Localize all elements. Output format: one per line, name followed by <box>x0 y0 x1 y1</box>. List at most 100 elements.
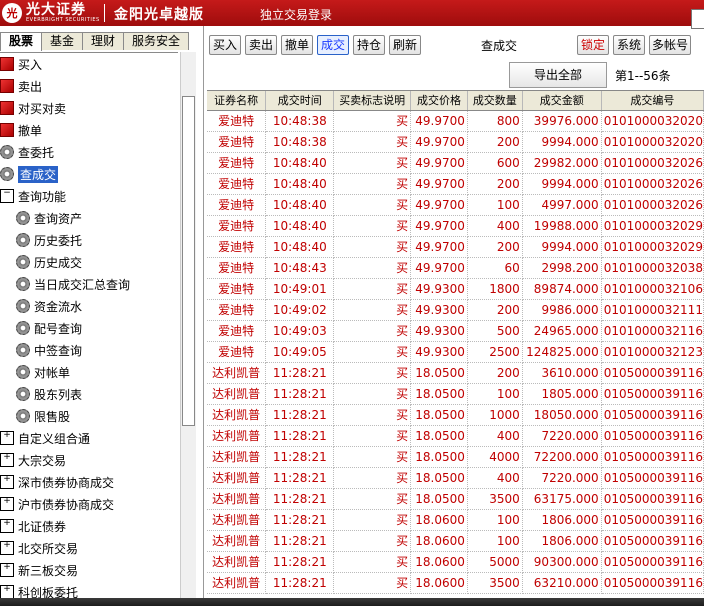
tree-item-7[interactable]: 查询资产 <box>0 207 178 229</box>
tree-item-14[interactable]: 对帐单 <box>0 361 178 383</box>
column-header[interactable]: 成交价格 <box>410 91 468 111</box>
sell-button[interactable]: 卖出 <box>245 35 277 55</box>
table-row[interactable]: 达利凯普 11:28:21 买 18.0600 3500 63210.000 0105000… <box>207 572 704 594</box>
table-cell: 24965.000 <box>522 320 602 342</box>
column-header[interactable]: 成交金额 <box>522 91 602 111</box>
cancel-order-button[interactable]: 撤单 <box>281 35 313 55</box>
table-row[interactable]: 爱迪特 10:48:38 买 49.9700 200 9994.000 0101000032… <box>207 131 704 153</box>
tree-item-9[interactable]: 历史成交 <box>0 251 178 273</box>
table-row[interactable]: 爱迪特 10:48:40 买 49.9700 400 19988.000 010100003… <box>207 215 704 237</box>
lock-button[interactable]: 锁定 <box>577 35 609 55</box>
expand-icon[interactable]: + <box>0 453 14 467</box>
tree-item-13[interactable]: 中签查询 <box>0 339 178 361</box>
tab-2[interactable]: 理财 <box>82 32 125 50</box>
tree-item-16[interactable]: 限售股 <box>0 405 178 427</box>
table-row[interactable]: 爱迪特 10:48:40 买 49.9700 600 29982.000 010100003… <box>207 152 704 174</box>
tree-item-11[interactable]: 资金流水 <box>0 295 178 317</box>
table-row[interactable]: 爱迪特 10:48:40 买 49.9700 200 9994.000 0101000032… <box>207 236 704 258</box>
table-row[interactable]: 达利凯普 11:28:21 买 18.0500 400 7220.000 010500003… <box>207 425 704 447</box>
trades-button[interactable]: 成交 <box>317 35 349 55</box>
table-row[interactable]: 达利凯普 11:28:21 买 18.0600 100 1806.000 010500003… <box>207 530 704 552</box>
table-cell: 5000 <box>467 551 523 573</box>
table-row[interactable]: 爱迪特 10:48:40 买 49.9700 200 9994.000 0101000032… <box>207 173 704 195</box>
table-row[interactable]: 爱迪特 10:49:03 买 49.9300 500 24965.000 010100003… <box>207 320 704 342</box>
tree-item-20[interactable]: + 沪市债券协商成交 <box>0 493 178 515</box>
table-cell: 0101000032020 <box>601 131 704 153</box>
tree-item-label: 新三板交易 <box>18 563 79 578</box>
gear-icon <box>0 145 14 159</box>
table-row[interactable]: 达利凯普 11:28:21 买 18.0600 100 1806.000 010500003… <box>207 509 704 531</box>
table-cell: 18.0500 <box>410 383 468 405</box>
expand-icon[interactable]: + <box>0 497 14 511</box>
buy-button[interactable]: 买入 <box>209 35 241 55</box>
tree-item-15[interactable]: 股东列表 <box>0 383 178 405</box>
table-row[interactable]: 爱迪特 10:49:01 买 49.9300 1800 89874.000 01010000… <box>207 278 704 300</box>
table-row[interactable]: 达利凯普 11:28:21 买 18.0500 200 3610.000 010500003… <box>207 362 704 384</box>
tree-item-8[interactable]: 历史委托 <box>0 229 178 251</box>
column-header[interactable]: 成交编号 <box>601 91 704 111</box>
system-button[interactable]: 系统 <box>613 35 645 55</box>
table-cell: 11:28:21 <box>265 572 335 594</box>
table-row[interactable]: 达利凯普 11:28:21 买 18.0500 1000 18050.000 0105000… <box>207 404 704 426</box>
table-row[interactable]: 达利凯普 11:28:21 买 18.0500 3500 63175.000 0105000… <box>207 488 704 510</box>
tree-item-10[interactable]: 当日成交汇总查询 <box>0 273 178 295</box>
table-row[interactable]: 达利凯普 11:28:21 买 18.0500 400 7220.000 010500003… <box>207 467 704 489</box>
column-header[interactable]: 买卖标志说明 <box>333 91 412 111</box>
table-cell: 11:28:21 <box>265 467 335 489</box>
table-row[interactable]: 爱迪特 10:49:02 买 49.9300 200 9986.000 0101000032… <box>207 299 704 321</box>
logo-mark-icon: 光 <box>2 3 22 23</box>
table-row[interactable]: 爱迪特 10:48:40 买 49.9700 100 4997.000 0101000032… <box>207 194 704 216</box>
tree-item-21[interactable]: + 北证债券 <box>0 515 178 537</box>
table-cell: 49.9700 <box>410 110 468 132</box>
expand-icon[interactable]: + <box>0 431 14 445</box>
tree-scrollbar[interactable] <box>180 52 196 606</box>
table-row[interactable]: 达利凯普 11:28:21 买 18.0600 5000 90300.000 0105000… <box>207 551 704 573</box>
table-cell: 爱迪特 <box>207 131 267 153</box>
table-cell: 49.9700 <box>410 131 468 153</box>
tree-item-1[interactable]: 卖出 <box>0 75 178 97</box>
tree-item-18[interactable]: + 大宗交易 <box>0 449 178 471</box>
refresh-button[interactable]: 刷新 <box>389 35 421 55</box>
tree-item-0[interactable]: 买入 <box>0 53 178 75</box>
table-row[interactable]: 爱迪特 10:49:05 买 49.9300 2500 124825.000 0101000… <box>207 341 704 363</box>
export-all-button[interactable]: 导出全部 <box>509 62 607 88</box>
multi-account-button[interactable]: 多帐号 <box>649 35 691 55</box>
tree-item-4[interactable]: 查委托 <box>0 141 178 163</box>
table-cell: 4000 <box>467 446 523 468</box>
tree-item-3[interactable]: 撤单 <box>0 119 178 141</box>
table-row[interactable]: 达利凯普 11:28:21 买 18.0500 100 1805.000 010500003… <box>207 383 704 405</box>
positions-button[interactable]: 持仓 <box>353 35 385 55</box>
tab-1[interactable]: 基金 <box>41 32 84 50</box>
table-row[interactable]: 达利凯普 11:28:21 买 18.0500 4000 72200.000 0105000… <box>207 446 704 468</box>
tree-item-6[interactable]: − 查询功能 <box>0 185 178 207</box>
expand-icon[interactable]: + <box>0 519 14 533</box>
tree-item-17[interactable]: + 自定义组合通 <box>0 427 178 449</box>
expand-icon[interactable]: + <box>0 585 14 599</box>
tree-scrollbar-thumb[interactable] <box>182 96 195 426</box>
table-cell: 18.0600 <box>410 530 468 552</box>
table-cell: 7220.000 <box>522 425 602 447</box>
quick-input[interactable] <box>691 9 704 29</box>
table-row[interactable]: 爱迪特 10:48:38 买 49.9700 800 39976.000 010100003… <box>207 110 704 132</box>
expand-icon[interactable]: + <box>0 541 14 555</box>
tree-item-19[interactable]: + 深市债券协商成交 <box>0 471 178 493</box>
tab-3[interactable]: 服务安全 <box>123 32 190 50</box>
tree-item-12[interactable]: 配号查询 <box>0 317 178 339</box>
tree-item-22[interactable]: + 北交所交易 <box>0 537 178 559</box>
column-header[interactable]: 成交时间 <box>265 91 335 111</box>
column-header[interactable]: 成交数量 <box>467 91 523 111</box>
table-cell: 买 <box>333 257 412 279</box>
expand-icon[interactable]: + <box>0 475 14 489</box>
table-row[interactable]: 爱迪特 10:48:43 买 49.9700 60 2998.200 01010000320… <box>207 257 704 279</box>
table-cell: 买 <box>333 551 412 573</box>
tree-item-23[interactable]: + 新三板交易 <box>0 559 178 581</box>
collapse-icon[interactable]: − <box>0 189 14 203</box>
table-cell: 达利凯普 <box>207 530 267 552</box>
table-cell: 爱迪特 <box>207 320 267 342</box>
column-header[interactable]: 证券名称 <box>207 91 267 111</box>
tree-item-label: 配号查询 <box>34 321 83 336</box>
tab-0[interactable]: 股票 <box>0 32 43 51</box>
tree-item-5[interactable]: 查成交 <box>0 163 178 185</box>
expand-icon[interactable]: + <box>0 563 14 577</box>
tree-item-2[interactable]: 对买对卖 <box>0 97 178 119</box>
